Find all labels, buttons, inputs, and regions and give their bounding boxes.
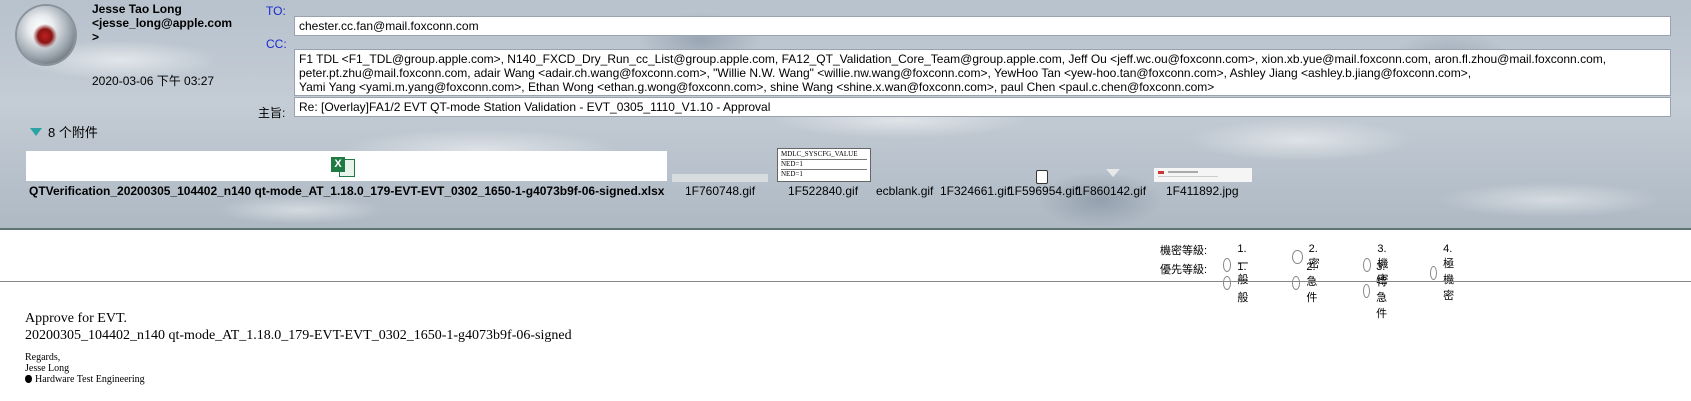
cc-line: Yami Yang <yami.m.yang@foxconn.com>, Eth… [299,80,1215,94]
urgency-option-1[interactable]: 1.一般 [1223,261,1254,305]
sender-avatar [17,6,75,64]
sender-name: Jesse Tao Long <jesse_long@apple.com > [92,2,233,44]
attachment-thumb-1F860142[interactable] [1106,169,1120,177]
attachment-name[interactable]: 1F860142.gif [1076,184,1146,198]
signature-team-row: Hardware Test Engineering [25,374,572,385]
attachment-name[interactable]: 1F522840.gif [788,184,858,198]
to-label: TO: [266,4,286,18]
signature-team: Hardware Test Engineering [35,374,145,385]
subject-label: 主旨: [258,106,286,120]
attachment-thumb-1F596954[interactable] [1036,170,1048,184]
apple-logo-icon [25,375,32,383]
secrecy-option-4[interactable]: 4.極機密 [1430,243,1461,303]
excel-icon: X [331,157,355,177]
attachment-thumb-1F411892[interactable] [1154,168,1252,182]
body-line: Approve for EVT. [25,311,127,326]
attachments-toggle[interactable]: 8 个附件 [30,122,98,141]
urgency-label: 優先等級: [1160,264,1208,276]
to-field[interactable]: chester.cc.fan@mail.foxconn.com [294,16,1671,36]
radio-icon [1292,276,1301,290]
body-line: 20200305_104402_n140 qt-mode_AT_1.18.0_1… [25,328,572,343]
attachment-name[interactable]: 1F324661.gif [940,184,1010,198]
attachment-name[interactable]: QTVerification_20200305_104402_n140 qt-m… [29,184,664,198]
mail-header: Jesse Tao Long <jesse_long@apple.com > 2… [0,0,1691,230]
attachment-thumb-xlsx[interactable]: X [26,151,667,181]
signature-regards: Regards, [25,352,61,363]
subject-field[interactable]: Re: [Overlay]FA1/2 EVT QT-mode Station V… [294,97,1671,117]
message-body: Approve for EVT. 20200305_104402_n140 qt… [25,310,572,385]
radio-icon [1223,276,1232,290]
urgency-option-3[interactable]: 3.特急件 [1363,261,1394,321]
radio-icon [1363,284,1371,298]
attachment-name[interactable]: 1F411892.jpg [1166,184,1239,198]
attachment-name[interactable]: 1F760748.gif [685,184,755,198]
secrecy-row: 機密等級: [1160,242,1212,258]
disclosure-triangle-icon [30,127,42,136]
secrecy-label: 機密等級: [1160,245,1208,257]
urgency-row: 優先等級: [1160,261,1212,277]
cc-line: peter.pt.zhu@mail.foxconn.com, adair Wan… [299,66,1472,80]
attachment-name[interactable]: ecblank.gif [876,184,933,198]
attachment-name[interactable]: 1F596954.gif [1008,184,1078,198]
urgency-option-2[interactable]: 2.急件 [1292,261,1323,305]
signature-name: Jesse Long [25,363,70,374]
cc-line: F1 TDL <F1_TDL@group.apple.com>, N140_FX… [299,52,1607,66]
radio-icon [1430,266,1438,280]
cc-field[interactable]: F1 TDL <F1_TDL@group.apple.com>, N140_FX… [294,49,1671,96]
attachments-count-label: 8 个附件 [48,125,98,140]
sender-date: 2020-03-06 下午 03:27 [92,74,215,88]
attachment-thumb-1F522840[interactable]: MDLC_SYSCFG_VALUE NED=1 NED=1 [777,148,871,182]
divider [0,281,1691,282]
cc-label: CC: [266,37,287,51]
attachment-thumb-1F760748[interactable] [672,174,768,182]
